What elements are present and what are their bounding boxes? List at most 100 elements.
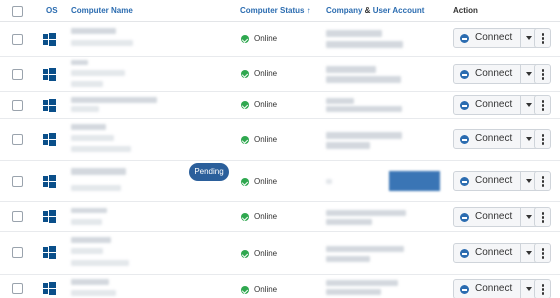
more-actions-button[interactable]: [534, 28, 551, 48]
table-header: OS Computer Name Computer Status ↑ Compa…: [0, 0, 560, 22]
connect-label: Connect: [475, 283, 513, 294]
connect-label: Connect: [475, 32, 513, 43]
computer-detail-redacted: [71, 290, 116, 296]
column-header-company-user[interactable]: Company & User Account: [326, 0, 424, 22]
table-row[interactable]: Online Connect: [0, 22, 560, 57]
check-circle-icon: [241, 286, 249, 294]
more-actions-button[interactable]: [534, 207, 551, 227]
status-text: Online: [254, 34, 278, 43]
chevron-down-icon[interactable]: [526, 137, 532, 141]
more-actions-button[interactable]: [534, 64, 551, 84]
chevron-down-icon[interactable]: [526, 215, 532, 219]
row-checkbox[interactable]: [12, 100, 23, 111]
company-redacted: [326, 30, 382, 37]
connect-icon: [460, 70, 469, 79]
connect-label: Connect: [475, 211, 513, 222]
company-redacted: [326, 66, 376, 73]
select-all-checkbox[interactable]: [12, 6, 23, 17]
windows-icon: [43, 175, 56, 188]
column-header-user-account: User Account: [372, 6, 425, 15]
column-header-action: Action: [453, 6, 478, 15]
computer-name-redacted: [71, 60, 88, 65]
row-checkbox[interactable]: [12, 211, 23, 222]
connect-icon: [460, 34, 469, 43]
column-header-computer-status[interactable]: Computer Status ↑: [240, 0, 311, 22]
connect-button[interactable]: Connect: [453, 28, 539, 48]
more-actions-button[interactable]: [534, 279, 551, 298]
user-account-redacted: [326, 41, 403, 48]
connect-icon: [460, 213, 469, 222]
connect-button[interactable]: Connect: [453, 279, 539, 298]
table-row[interactable]: Pending Online Connect: [0, 161, 560, 202]
chevron-down-icon[interactable]: [526, 72, 532, 76]
computer-detail-redacted: [71, 185, 121, 191]
connect-button[interactable]: Connect: [453, 171, 539, 191]
user-account-highlight: [389, 171, 440, 191]
computer-name-redacted: [71, 28, 116, 34]
company-redacted: [326, 210, 406, 216]
computer-detail-redacted: [71, 219, 102, 225]
computer-detail-redacted: [71, 70, 125, 76]
table-row[interactable]: Online Connect: [0, 119, 560, 161]
row-checkbox[interactable]: [12, 69, 23, 80]
connect-button[interactable]: Connect: [453, 64, 539, 84]
connect-label: Connect: [475, 133, 513, 144]
row-checkbox[interactable]: [12, 34, 23, 45]
row-checkbox[interactable]: [12, 134, 23, 145]
user-account-redacted: [326, 219, 372, 225]
computer-name-redacted: [71, 97, 157, 103]
column-header-os[interactable]: OS: [46, 0, 58, 22]
computer-name-redacted: [71, 237, 111, 243]
connect-label: Connect: [475, 99, 513, 110]
connect-button[interactable]: Connect: [453, 129, 539, 149]
windows-icon: [43, 133, 56, 146]
user-account-redacted: [326, 106, 402, 112]
table-row[interactable]: Online Connect: [0, 232, 560, 275]
table-row[interactable]: Online Connect: [0, 92, 560, 119]
more-actions-button[interactable]: [534, 171, 551, 191]
status-text: Online: [254, 69, 278, 78]
status-text: Online: [254, 100, 278, 109]
company-redacted: [326, 280, 398, 286]
connect-button[interactable]: Connect: [453, 95, 539, 115]
chevron-down-icon[interactable]: [526, 251, 532, 255]
chevron-down-icon[interactable]: [526, 287, 532, 291]
pending-badge: Pending: [189, 163, 229, 181]
chevron-down-icon[interactable]: [526, 103, 532, 107]
chevron-down-icon[interactable]: [526, 36, 532, 40]
more-actions-button[interactable]: [534, 243, 551, 263]
column-header-computer-name[interactable]: Computer Name: [71, 0, 133, 22]
computer-detail-redacted: [71, 40, 133, 46]
table-row[interactable]: Online Connect: [0, 275, 560, 298]
connect-button[interactable]: Connect: [453, 243, 539, 263]
computer-detail-redacted: [71, 135, 114, 141]
more-actions-button[interactable]: [534, 129, 551, 149]
computers-table: OS Computer Name Computer Status ↑ Compa…: [0, 0, 560, 298]
check-circle-icon: [241, 250, 249, 258]
table-row[interactable]: Online Connect: [0, 57, 560, 92]
row-checkbox[interactable]: [12, 176, 23, 187]
more-actions-button[interactable]: [534, 95, 551, 115]
row-checkbox[interactable]: [12, 247, 23, 258]
check-circle-icon: [241, 136, 249, 144]
row-checkbox[interactable]: [12, 283, 23, 294]
user-account-redacted: [326, 256, 370, 262]
computer-name-redacted: [71, 208, 107, 213]
computer-name-redacted: [71, 124, 106, 130]
table-row[interactable]: Online Connect: [0, 202, 560, 232]
connect-icon: [460, 101, 469, 110]
company-redacted: [326, 179, 332, 184]
connect-button[interactable]: Connect: [453, 207, 539, 227]
connect-icon: [460, 135, 469, 144]
user-account-redacted: [326, 76, 401, 83]
company-redacted: [326, 132, 402, 139]
connect-label: Connect: [475, 68, 513, 79]
connect-label: Connect: [475, 247, 513, 258]
chevron-down-icon[interactable]: [526, 179, 532, 183]
computer-name-redacted: [71, 279, 109, 285]
status-text: Online: [254, 135, 278, 144]
windows-icon: [43, 33, 56, 46]
windows-icon: [43, 246, 56, 259]
connect-icon: [460, 177, 469, 186]
check-circle-icon: [241, 213, 249, 221]
